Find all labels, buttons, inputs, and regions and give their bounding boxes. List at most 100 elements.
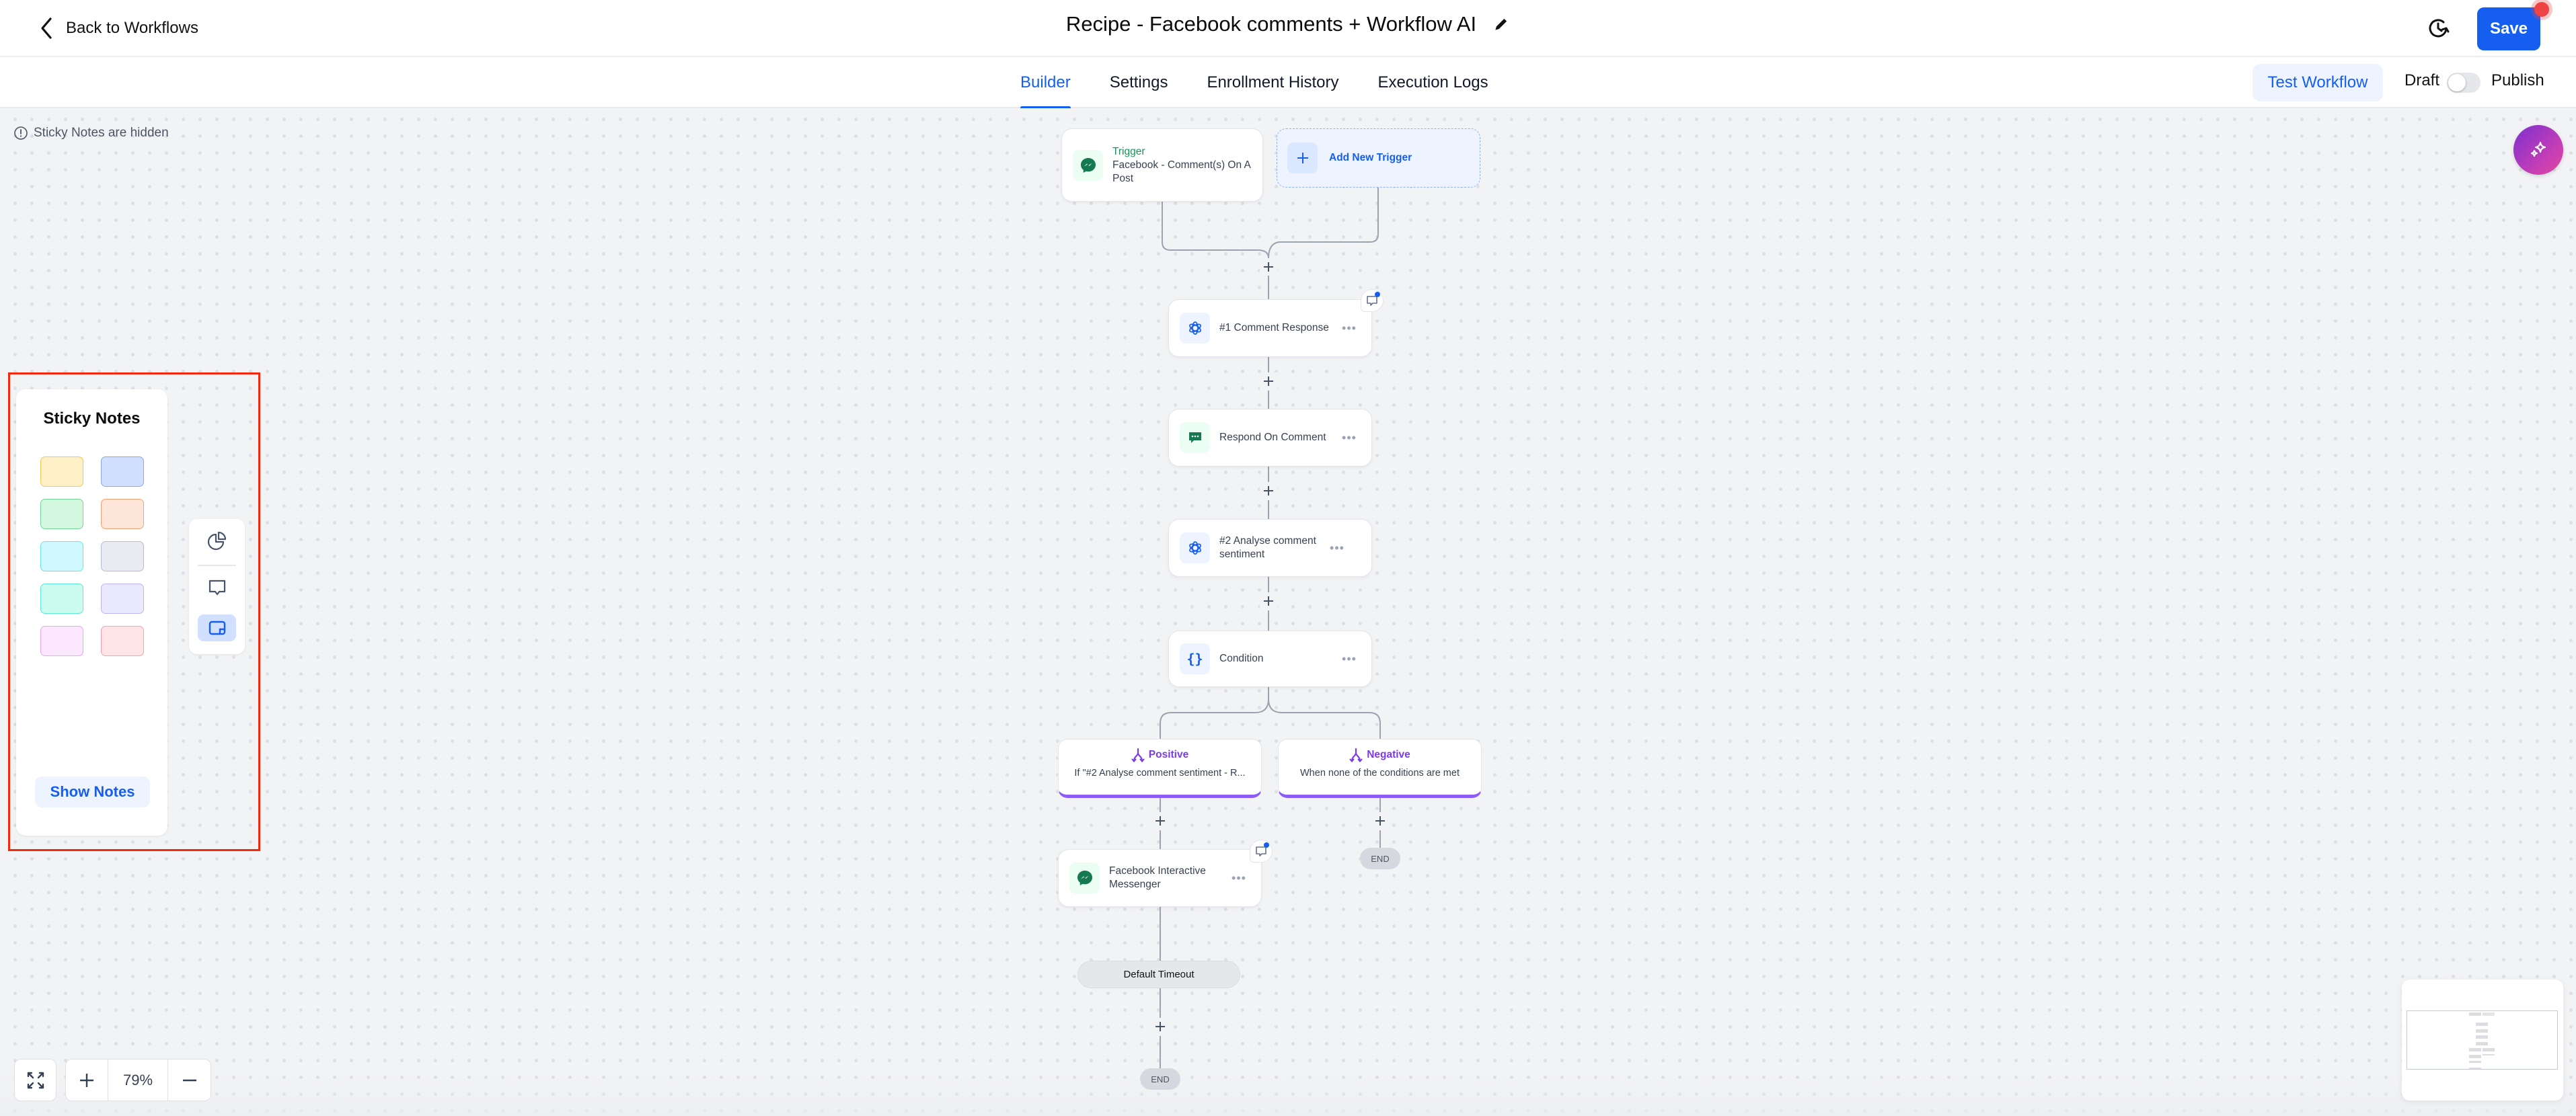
chevron-left-icon (41, 17, 52, 39)
more-options-icon[interactable]: ••• (1339, 321, 1359, 335)
plus-icon (1264, 596, 1273, 606)
workflow-canvas[interactable]: Sticky Notes are hidden (0, 108, 2576, 1116)
plus-icon (80, 1073, 93, 1087)
sticky-swatch-lavender[interactable] (101, 584, 144, 614)
expand-arrows-icon (27, 1072, 44, 1088)
draft-label: Draft (2404, 71, 2440, 89)
fit-to-screen-button[interactable] (14, 1059, 56, 1101)
add-step-button[interactable] (1371, 812, 1389, 830)
trigger-node[interactable]: Trigger Facebook - Comment(s) On A Post (1061, 128, 1263, 202)
sticky-swatch-rose[interactable] (101, 626, 144, 656)
tab-builder[interactable]: Builder (1020, 57, 1071, 110)
add-step-button[interactable] (1151, 1018, 1169, 1035)
show-notes-button[interactable]: Show Notes (35, 776, 150, 807)
plus-icon (1287, 143, 1318, 173)
back-label: Back to Workflows (66, 19, 198, 37)
add-step-button[interactable] (1260, 592, 1277, 610)
plus-icon (1375, 816, 1385, 826)
sticky-note-icon (209, 621, 225, 635)
toggle-knob (2448, 74, 2466, 91)
zoom-out-button[interactable] (168, 1060, 211, 1101)
action-label: Condition (1219, 653, 1264, 664)
back-to-workflows-link[interactable]: Back to Workflows (39, 15, 198, 42)
plus-icon (1264, 262, 1273, 272)
tab-execution-logs[interactable]: Execution Logs (1378, 57, 1488, 108)
branch-split-icon (1131, 748, 1145, 762)
branch-positive[interactable]: Positive If "#2 Analyse comment sentimen… (1058, 739, 1262, 798)
end-node: END (1140, 1068, 1180, 1090)
branch-description: If "#2 Analyse comment sentiment - R... (1074, 768, 1246, 779)
sticky-notes-panel: Sticky Notes Show Notes (16, 389, 167, 836)
add-step-button[interactable] (1151, 812, 1169, 830)
test-workflow-button[interactable]: Test Workflow (2252, 64, 2383, 102)
pencil-icon[interactable] (1492, 15, 1510, 33)
sticky-notes-hidden-notice: Sticky Notes are hidden (13, 126, 169, 141)
plus-icon (1264, 486, 1273, 495)
more-options-icon[interactable]: ••• (1229, 871, 1249, 885)
more-options-icon[interactable]: ••• (1339, 431, 1359, 445)
sticky-swatch-yellow[interactable] (40, 456, 83, 487)
analytics-tool-button[interactable] (198, 527, 236, 554)
sticky-note-tool-button[interactable] (198, 614, 236, 641)
branch-title: Positive (1148, 749, 1189, 760)
sticky-swatch-blue[interactable] (101, 456, 144, 487)
version-history-icon[interactable] (2426, 16, 2450, 40)
publish-label: Publish (2491, 71, 2544, 89)
add-new-trigger-button[interactable]: Add New Trigger (1277, 128, 1480, 188)
add-step-button[interactable] (1260, 482, 1277, 500)
sticky-swatch-teal[interactable] (40, 584, 83, 614)
sticky-swatch-pink[interactable] (40, 626, 83, 656)
tool-divider (198, 565, 236, 566)
branch-negative[interactable]: Negative When none of the conditions are… (1278, 739, 1482, 798)
messenger-icon (1073, 149, 1103, 181)
action-label: Facebook Interactive Messenger (1109, 865, 1206, 890)
add-step-button[interactable] (1260, 372, 1277, 390)
notice-text: Sticky Notes are hidden (34, 126, 169, 140)
node-note-button[interactable] (1250, 840, 1273, 863)
openai-icon (1180, 532, 1210, 563)
add-step-button[interactable] (1260, 258, 1277, 276)
openai-icon (1180, 313, 1210, 344)
sub-navigation: Builder Settings Enrollment History Exec… (0, 57, 2576, 110)
sticky-swatch-cyan[interactable] (40, 541, 83, 571)
node-note-button[interactable] (1361, 289, 1384, 312)
workflow-title: Recipe - Facebook comments + Workflow AI (1065, 12, 1477, 36)
top-header: Back to Workflows Recipe - Facebook comm… (0, 0, 2576, 57)
minus-icon (182, 1079, 196, 1081)
sticky-swatch-green[interactable] (40, 499, 83, 529)
sparkles-icon (2530, 141, 2546, 157)
action-node-respond-on-comment[interactable]: Respond On Comment ••• (1168, 409, 1372, 467)
trigger-heading: Trigger (1112, 145, 1145, 157)
minimap[interactable] (2402, 980, 2563, 1101)
minimap-viewport[interactable] (2407, 1010, 2558, 1070)
save-button[interactable]: Save (2477, 7, 2540, 50)
comment-tool-button[interactable] (198, 574, 236, 601)
default-timeout-node[interactable]: Default Timeout (1077, 961, 1240, 988)
comment-icon (209, 580, 225, 596)
tab-enrollment-history[interactable]: Enrollment History (1207, 57, 1338, 108)
curly-braces-icon: {} (1180, 643, 1210, 674)
sticky-notes-title: Sticky Notes (43, 409, 141, 428)
info-icon (14, 126, 28, 140)
plus-icon (1156, 816, 1165, 826)
branch-split-icon (1349, 748, 1363, 762)
ai-assistant-button[interactable] (2513, 125, 2563, 175)
sticky-swatch-orange[interactable] (101, 499, 144, 529)
more-options-icon[interactable]: ••• (1339, 652, 1359, 666)
publish-toggle[interactable] (2447, 73, 2480, 93)
sticky-swatch-gray[interactable] (101, 541, 144, 571)
branch-title: Negative (1367, 749, 1410, 760)
tab-settings[interactable]: Settings (1110, 57, 1168, 108)
zoom-level: 79% (108, 1060, 168, 1101)
action-label: #1 Comment Response (1219, 322, 1329, 333)
condition-node[interactable]: {} Condition ••• (1168, 631, 1372, 687)
messenger-icon (1069, 863, 1100, 893)
plus-icon (1264, 376, 1273, 386)
action-node-facebook-interactive-messenger[interactable]: Facebook Interactive Messenger ••• (1058, 849, 1262, 907)
action-node-comment-response[interactable]: #1 Comment Response ••• (1168, 299, 1372, 357)
comment-reply-icon (1180, 422, 1210, 453)
trigger-name: Facebook - Comment(s) On A Post (1112, 159, 1251, 184)
action-node-analyse-sentiment[interactable]: #2 Analyse comment sentiment ••• (1168, 519, 1372, 577)
more-options-icon[interactable]: ••• (1327, 541, 1347, 555)
zoom-in-button[interactable] (66, 1060, 108, 1101)
